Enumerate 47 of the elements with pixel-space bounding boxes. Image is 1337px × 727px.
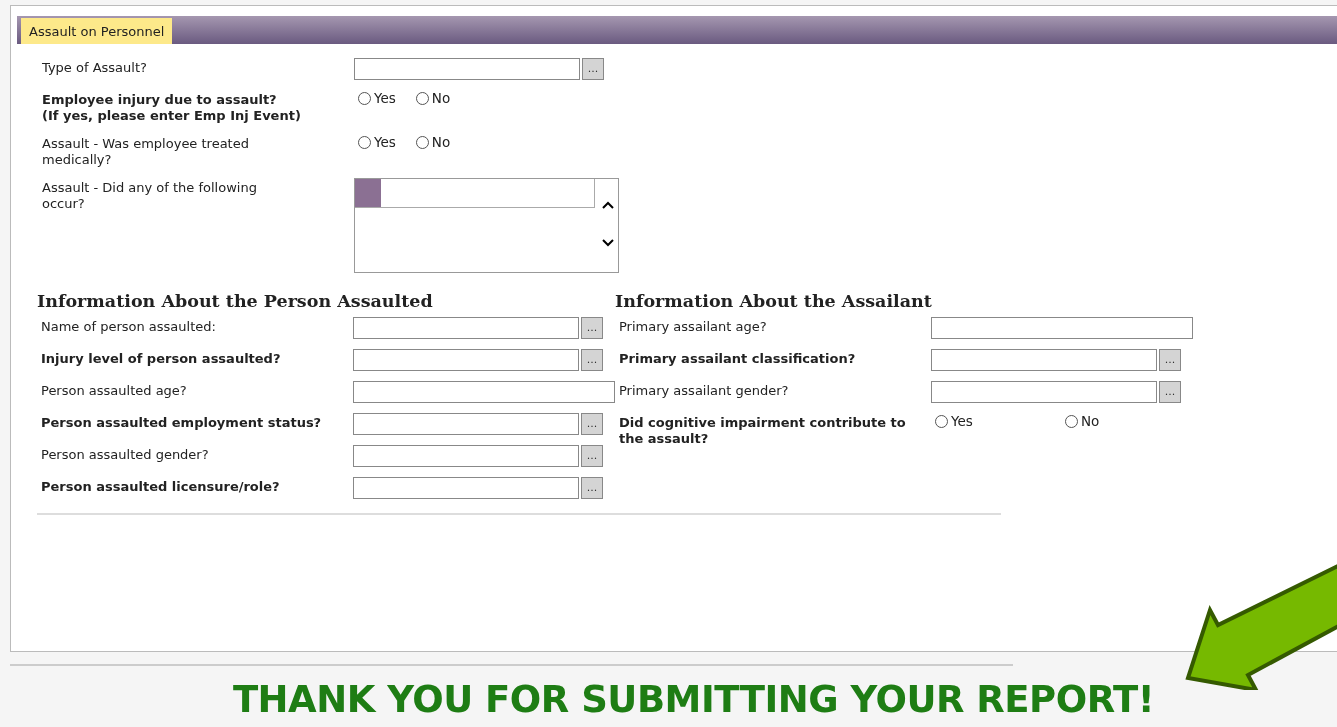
radio-label: No: [431, 134, 451, 150]
field-label: Person assaulted gender?: [41, 446, 210, 463]
text-field[interactable]: [931, 317, 1193, 339]
lookup-button[interactable]: ...: [582, 58, 604, 80]
field-label: Did cognitive impairment contribute to the assault?: [619, 414, 907, 447]
text-field[interactable]: [353, 413, 579, 435]
list-item[interactable]: [355, 179, 595, 208]
field-label: Primary assailant classification?: [619, 350, 857, 367]
text-field[interactable]: [931, 349, 1157, 371]
scroll-up-icon[interactable]: [602, 201, 614, 209]
field-label: Assault - Was employee treated medically?: [42, 135, 250, 168]
field-label: Primary assailant age?: [619, 318, 768, 335]
radio-label: Yes: [374, 134, 396, 150]
text-field[interactable]: [353, 477, 579, 499]
field-label: Injury level of person assaulted?: [41, 350, 282, 367]
lookup-button[interactable]: ...: [581, 349, 603, 371]
field-label: Primary assailant gender?: [619, 382, 790, 399]
field-label: Type of Assault?: [42, 59, 148, 76]
field-label: Person assaulted age?: [41, 382, 188, 399]
text-field[interactable]: [931, 381, 1157, 403]
field-label: Assault - Did any of the following occur?: [42, 179, 258, 212]
field-label: Person assaulted employment status?: [41, 414, 323, 431]
lookup-button[interactable]: ...: [581, 317, 603, 339]
lookup-button[interactable]: ...: [1159, 349, 1181, 371]
radio-label: Yes: [951, 413, 973, 429]
text-field[interactable]: [353, 445, 579, 467]
list-box[interactable]: [354, 178, 619, 273]
lookup-button[interactable]: ...: [581, 445, 603, 467]
scroll-down-icon[interactable]: [602, 239, 614, 247]
radio-label: Yes: [374, 90, 396, 106]
field-label: Employee injury due to assault? (If yes, please enter Emp Inj Event): [42, 91, 302, 124]
text-field[interactable]: [353, 317, 579, 339]
item-marker-icon: [355, 179, 381, 207]
lookup-button[interactable]: ...: [1159, 381, 1181, 403]
radio-label: No: [431, 90, 451, 106]
lookup-button[interactable]: ...: [581, 413, 603, 435]
field-label: Person assaulted licensure/role?: [41, 478, 281, 495]
text-field[interactable]: [353, 381, 615, 403]
text-field[interactable]: [353, 349, 579, 371]
section-heading: Information About the Assailant: [615, 291, 933, 311]
lookup-button[interactable]: ...: [581, 477, 603, 499]
text-field[interactable]: [354, 58, 580, 80]
section-heading: Information About the Person Assaulted: [37, 291, 434, 311]
form-tab[interactable]: Assault on Personnel: [21, 18, 173, 44]
radio-label: No: [1081, 413, 1100, 429]
field-label: Name of person assaulted:: [41, 318, 217, 335]
thank-you-message: THANK YOU FOR SUBMITTING YOUR REPORT!: [232, 678, 1155, 721]
